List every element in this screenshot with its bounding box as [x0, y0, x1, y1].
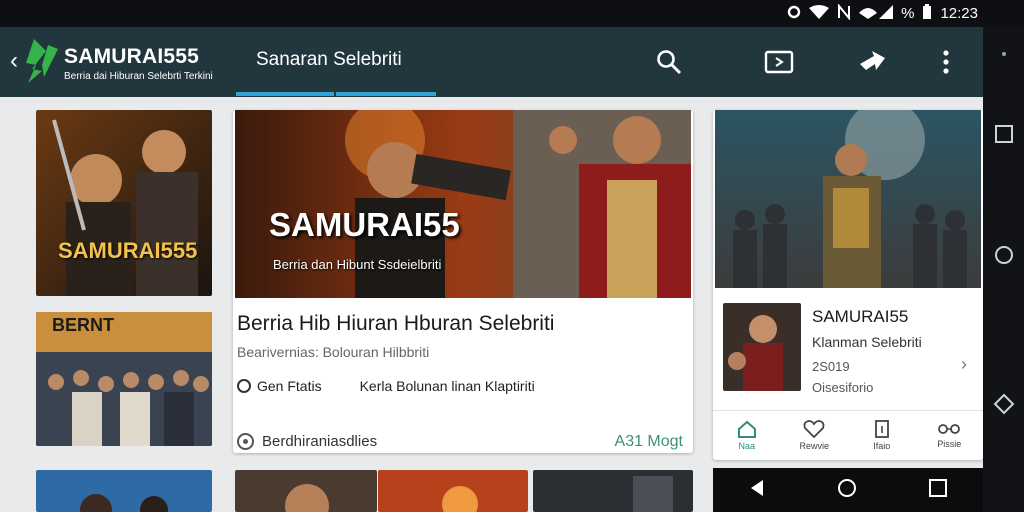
side-title[interactable]: SAMURAI55 — [812, 307, 908, 327]
nav-tab-review[interactable]: Rewvie — [781, 411, 849, 460]
side-hero-image[interactable] — [715, 110, 981, 288]
wifi-icon — [809, 5, 830, 22]
brand-name[interactable]: SAMURAI555 — [64, 45, 199, 69]
nav-recents-icon[interactable] — [929, 478, 947, 502]
article-title[interactable]: Berria Hib Hiuran Hburan Selebriti — [237, 312, 554, 336]
featured-hero-image[interactable]: SAMURAI55 Berria dan Hibunt Ssdeielbriti — [235, 110, 691, 298]
hero-subtitle: Berria dan Hibunt Ssdeielbriti — [273, 257, 442, 272]
clock-icon — [237, 379, 251, 393]
article-meta: Gen Ftatis Kerla Bolunan linan Klaptirit… — [237, 378, 535, 394]
thumbnail-label: SAMURAI555 — [58, 238, 198, 263]
article-subtitle: Bearivernias: Bolouran Hilbbriti — [237, 344, 430, 360]
thumbnail-partial-b[interactable] — [378, 470, 528, 512]
cast-icon[interactable] — [762, 45, 796, 79]
logo-icon — [26, 39, 60, 88]
nav-label: Ifaio — [873, 441, 891, 451]
footer-source: Berdhiraniasdlies — [262, 433, 378, 450]
rail-dot-icon — [991, 41, 1017, 67]
nav-tab-misc[interactable]: Pissie — [916, 411, 984, 460]
side-bottom-nav: Naa Rewvie Ifaio Pissie — [713, 410, 983, 460]
brand-tagline: Berria dai Hiburan Selebrti Terkini — [64, 71, 213, 82]
source-icon — [237, 433, 254, 450]
notification-icon — [787, 5, 801, 22]
tab-indicator — [236, 92, 436, 96]
home-circle-icon[interactable] — [991, 242, 1017, 268]
heart-icon — [803, 420, 825, 438]
nav-label: Naa — [738, 441, 755, 451]
thumbnail-samurai-poster[interactable]: SAMURAI555 — [36, 110, 212, 296]
meta-left: Gen Ftatis — [257, 378, 322, 394]
thumbnail-label: BERNT — [52, 315, 114, 335]
glasses-icon — [938, 424, 961, 434]
nav-label: Pissie — [937, 439, 962, 449]
thumbnail-partial-a[interactable] — [235, 470, 377, 512]
status-icons: % 12:23 — [787, 3, 978, 23]
thumbnail-partial-left[interactable] — [36, 470, 212, 512]
back-triangle-icon[interactable] — [991, 391, 1017, 417]
clock: 12:23 — [940, 5, 978, 22]
tab-selebriti[interactable]: Sanaran Selebriti — [256, 49, 402, 71]
nav-tab-home[interactable]: Naa — [713, 411, 781, 460]
nav-label: Rewvie — [799, 441, 829, 451]
side-subtitle: Klanman Selebriti — [812, 334, 922, 350]
nav-back-icon[interactable] — [749, 479, 765, 502]
nfc-icon — [837, 3, 851, 23]
thumbnail-partial-c[interactable] — [533, 470, 693, 512]
article-footer: Berdhiraniasdlies — [237, 433, 377, 450]
read-more-link[interactable]: A31 Mogt — [615, 433, 683, 451]
battery-icon — [922, 4, 932, 23]
system-nav-rail — [983, 27, 1024, 512]
home-icon — [737, 420, 756, 438]
side-article-card[interactable]: SAMURAI55 Klanman Selebriti 2S019 Oisesi… — [713, 110, 983, 460]
document-icon — [874, 420, 889, 438]
featured-article-card[interactable]: SAMURAI55 Berria dan Hibunt Ssdeielbriti… — [233, 110, 693, 453]
battery-percent: % — [901, 5, 915, 22]
side-year: 2S019 — [812, 359, 850, 374]
side-views: Oisesiforio — [812, 380, 874, 395]
app-bar: ‹ SAMURAI555 Berria dai Hiburan Selebrti… — [0, 27, 983, 97]
nav-home-icon[interactable] — [837, 478, 857, 503]
more-icon[interactable] — [929, 45, 963, 79]
meta-right: Kerla Bolunan linan Klaptiriti — [359, 378, 535, 394]
thumbnail-crowd[interactable]: BERNT — [36, 312, 212, 446]
share-icon[interactable] — [855, 45, 889, 79]
nav-tab-info[interactable]: Ifaio — [848, 411, 916, 460]
recents-icon[interactable] — [991, 121, 1017, 147]
back-icon[interactable]: ‹ — [10, 47, 18, 75]
content-area: SAMURAI555 BERNT SAMURAI55 Berria dan Hi… — [0, 97, 983, 512]
system-nav-bar — [713, 468, 983, 512]
signal-icon — [859, 5, 894, 22]
chevron-right-icon[interactable]: › — [961, 354, 967, 375]
status-bar: % 12:23 — [0, 0, 1024, 27]
search-icon[interactable] — [652, 45, 686, 79]
hero-title: SAMURAI55 — [269, 206, 460, 243]
side-thumbnail[interactable] — [723, 303, 801, 391]
